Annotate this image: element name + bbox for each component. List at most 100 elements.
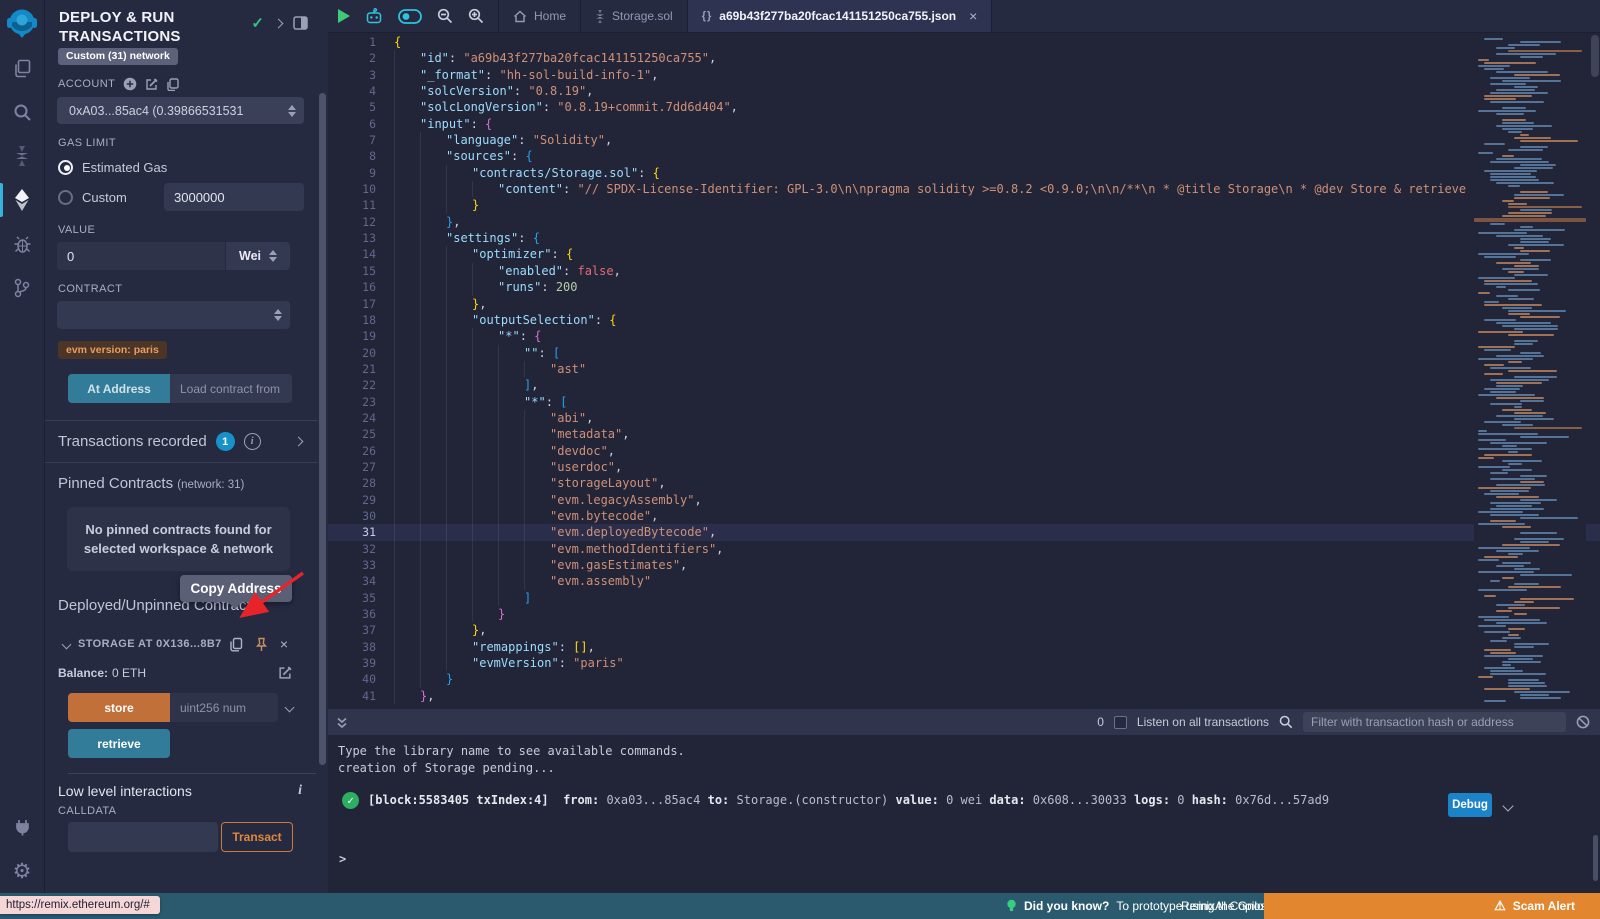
code-line[interactable]: 35] bbox=[328, 590, 1600, 606]
value-input[interactable] bbox=[57, 242, 225, 270]
close-tab-icon[interactable]: × bbox=[969, 8, 977, 24]
code-line[interactable]: 26"devdoc", bbox=[328, 443, 1600, 459]
copy-account-icon[interactable] bbox=[166, 78, 179, 91]
debugger-bug-icon[interactable] bbox=[0, 222, 45, 266]
stepper-icon[interactable] bbox=[274, 309, 282, 321]
at-address-button[interactable]: At Address bbox=[68, 374, 170, 403]
contract-select[interactable] bbox=[57, 301, 290, 329]
code-line[interactable]: 32"evm.methodIdentifiers", bbox=[328, 541, 1600, 557]
code-line[interactable]: 1{ bbox=[328, 34, 1600, 50]
git-branch-icon[interactable] bbox=[0, 266, 45, 310]
code-line[interactable]: 14"optimizer": { bbox=[328, 246, 1600, 262]
editor-scrollbar-thumb[interactable] bbox=[1591, 35, 1599, 77]
file-explorer-icon[interactable] bbox=[0, 46, 45, 90]
search-icon[interactable] bbox=[0, 90, 45, 134]
code-line[interactable]: 4"solcVersion": "0.8.19", bbox=[328, 83, 1600, 99]
code-line[interactable]: 29"evm.legacyAssembly", bbox=[328, 492, 1600, 508]
calldata-input[interactable] bbox=[68, 822, 218, 852]
code-line[interactable]: 11} bbox=[328, 197, 1600, 213]
scam-alert-button[interactable]: ⚠ Scam Alert bbox=[1264, 893, 1600, 919]
value-unit-select[interactable]: Wei bbox=[225, 242, 290, 270]
load-address-input[interactable] bbox=[170, 374, 292, 403]
ai-robot-icon[interactable] bbox=[365, 8, 383, 25]
terminal-tx-row[interactable]: ✓ [block:5583405 txIndex:4] from: 0xa03.… bbox=[342, 791, 1400, 809]
expand-args-icon[interactable] bbox=[285, 703, 295, 713]
code-line[interactable]: 36} bbox=[328, 606, 1600, 622]
code-line[interactable]: 24"abi", bbox=[328, 410, 1600, 426]
scrollbar-thumb[interactable] bbox=[319, 93, 326, 765]
terminal-scrollbar-thumb[interactable] bbox=[1593, 835, 1598, 881]
terminal-filter-input[interactable] bbox=[1303, 712, 1566, 732]
code-line[interactable]: 40} bbox=[328, 671, 1600, 687]
stepper-icon[interactable] bbox=[288, 105, 296, 117]
settings-gear-icon[interactable]: ⚙ bbox=[0, 849, 45, 893]
estimated-gas-radio[interactable] bbox=[58, 160, 73, 175]
plugin-manager-icon[interactable] bbox=[0, 805, 45, 849]
play-icon[interactable] bbox=[338, 9, 350, 23]
code-line[interactable]: 8"sources": { bbox=[328, 148, 1600, 164]
code-line[interactable]: 6"input": { bbox=[328, 116, 1600, 132]
edit-account-icon[interactable] bbox=[145, 78, 158, 91]
chevron-down-icon[interactable] bbox=[62, 639, 72, 649]
expand-terminal-icon[interactable] bbox=[336, 716, 348, 729]
terminal[interactable]: Type the library name to see available c… bbox=[328, 735, 1600, 893]
info-icon[interactable]: i bbox=[244, 433, 261, 450]
code-line[interactable]: 38"remappings": [], bbox=[328, 639, 1600, 655]
zoom-out-icon[interactable] bbox=[437, 8, 453, 24]
copy-address-icon[interactable] bbox=[229, 637, 243, 652]
code-line[interactable]: 15"enabled": false, bbox=[328, 263, 1600, 279]
pin-icon[interactable] bbox=[255, 637, 268, 652]
code-line[interactable]: 16"runs": 200 bbox=[328, 279, 1600, 295]
code-line[interactable]: 33"evm.gasEstimates", bbox=[328, 557, 1600, 573]
code-line[interactable]: 17}, bbox=[328, 296, 1600, 312]
code-line[interactable]: 30"evm.bytecode", bbox=[328, 508, 1600, 524]
chevron-right-icon[interactable] bbox=[274, 18, 284, 28]
code-line[interactable]: 25"metadata", bbox=[328, 426, 1600, 442]
code-line[interactable]: 5"solcLongVersion": "0.8.19+commit.7dd6d… bbox=[328, 99, 1600, 115]
code-line[interactable]: 21"ast" bbox=[328, 361, 1600, 377]
custom-gas-radio[interactable] bbox=[58, 190, 73, 205]
expand-tx-icon[interactable] bbox=[1504, 799, 1512, 813]
code-line[interactable]: 12}, bbox=[328, 214, 1600, 230]
solidity-compiler-icon[interactable] bbox=[0, 134, 45, 178]
transactions-recorded-row[interactable]: Transactions recorded 1 i bbox=[45, 421, 318, 463]
store-button[interactable]: store bbox=[68, 693, 170, 722]
editor-minimap[interactable] bbox=[1474, 33, 1586, 709]
tab-home[interactable]: Home bbox=[499, 0, 581, 32]
code-line[interactable]: 9"contracts/Storage.sol": { bbox=[328, 165, 1600, 181]
code-line[interactable]: 3"_format": "hh-sol-build-info-1", bbox=[328, 67, 1600, 83]
tab-build-info-json[interactable]: {} a69b43f277ba20fcac141151250ca755.json… bbox=[688, 0, 993, 32]
remix-logo-icon[interactable] bbox=[0, 0, 45, 46]
deploy-run-icon[interactable] bbox=[0, 178, 45, 222]
columns-icon[interactable] bbox=[293, 16, 308, 30]
deployed-contract-header[interactable]: STORAGE AT 0X136...8B78 × bbox=[63, 636, 288, 652]
code-line[interactable]: 18"outputSelection": { bbox=[328, 312, 1600, 328]
add-account-icon[interactable] bbox=[123, 77, 137, 91]
code-line[interactable]: 23"*": [ bbox=[328, 394, 1600, 410]
code-line[interactable]: 41}, bbox=[328, 688, 1600, 704]
code-line[interactable]: 2"id": "a69b43f277ba20fcac141151250ca755… bbox=[328, 50, 1600, 66]
terminal-search-icon[interactable] bbox=[1279, 715, 1293, 729]
info-icon[interactable]: i bbox=[298, 783, 302, 799]
account-select[interactable]: 0xA03...85ac4 (0.39866531531 bbox=[57, 97, 304, 124]
code-line[interactable]: 20"": [ bbox=[328, 345, 1600, 361]
code-line[interactable]: 39"evmVersion": "paris" bbox=[328, 655, 1600, 671]
transact-button[interactable]: Transact bbox=[221, 822, 293, 852]
debug-button[interactable]: Debug bbox=[1448, 793, 1492, 817]
code-editor[interactable]: 1{2"id": "a69b43f277ba20fcac141151250ca7… bbox=[328, 33, 1600, 709]
edit-balance-icon[interactable] bbox=[278, 666, 292, 680]
code-line[interactable]: 22], bbox=[328, 377, 1600, 393]
listen-checkbox[interactable] bbox=[1114, 716, 1127, 729]
code-line[interactable]: 31"evm.deployedBytecode", bbox=[328, 524, 1600, 540]
retrieve-button[interactable]: retrieve bbox=[68, 729, 170, 758]
toggle-icon[interactable] bbox=[398, 9, 422, 24]
terminal-prompt[interactable]: > bbox=[339, 852, 346, 866]
panel-scrollbar[interactable] bbox=[318, 0, 328, 893]
custom-gas-input[interactable] bbox=[164, 183, 304, 211]
clear-console-icon[interactable] bbox=[1576, 715, 1590, 729]
code-line[interactable]: 13"settings": { bbox=[328, 230, 1600, 246]
code-line[interactable]: 7"language": "Solidity", bbox=[328, 132, 1600, 148]
tab-storage-sol[interactable]: Storage.sol bbox=[581, 0, 688, 32]
chevron-right-icon[interactable] bbox=[294, 437, 304, 447]
code-line[interactable]: 28"storageLayout", bbox=[328, 475, 1600, 491]
